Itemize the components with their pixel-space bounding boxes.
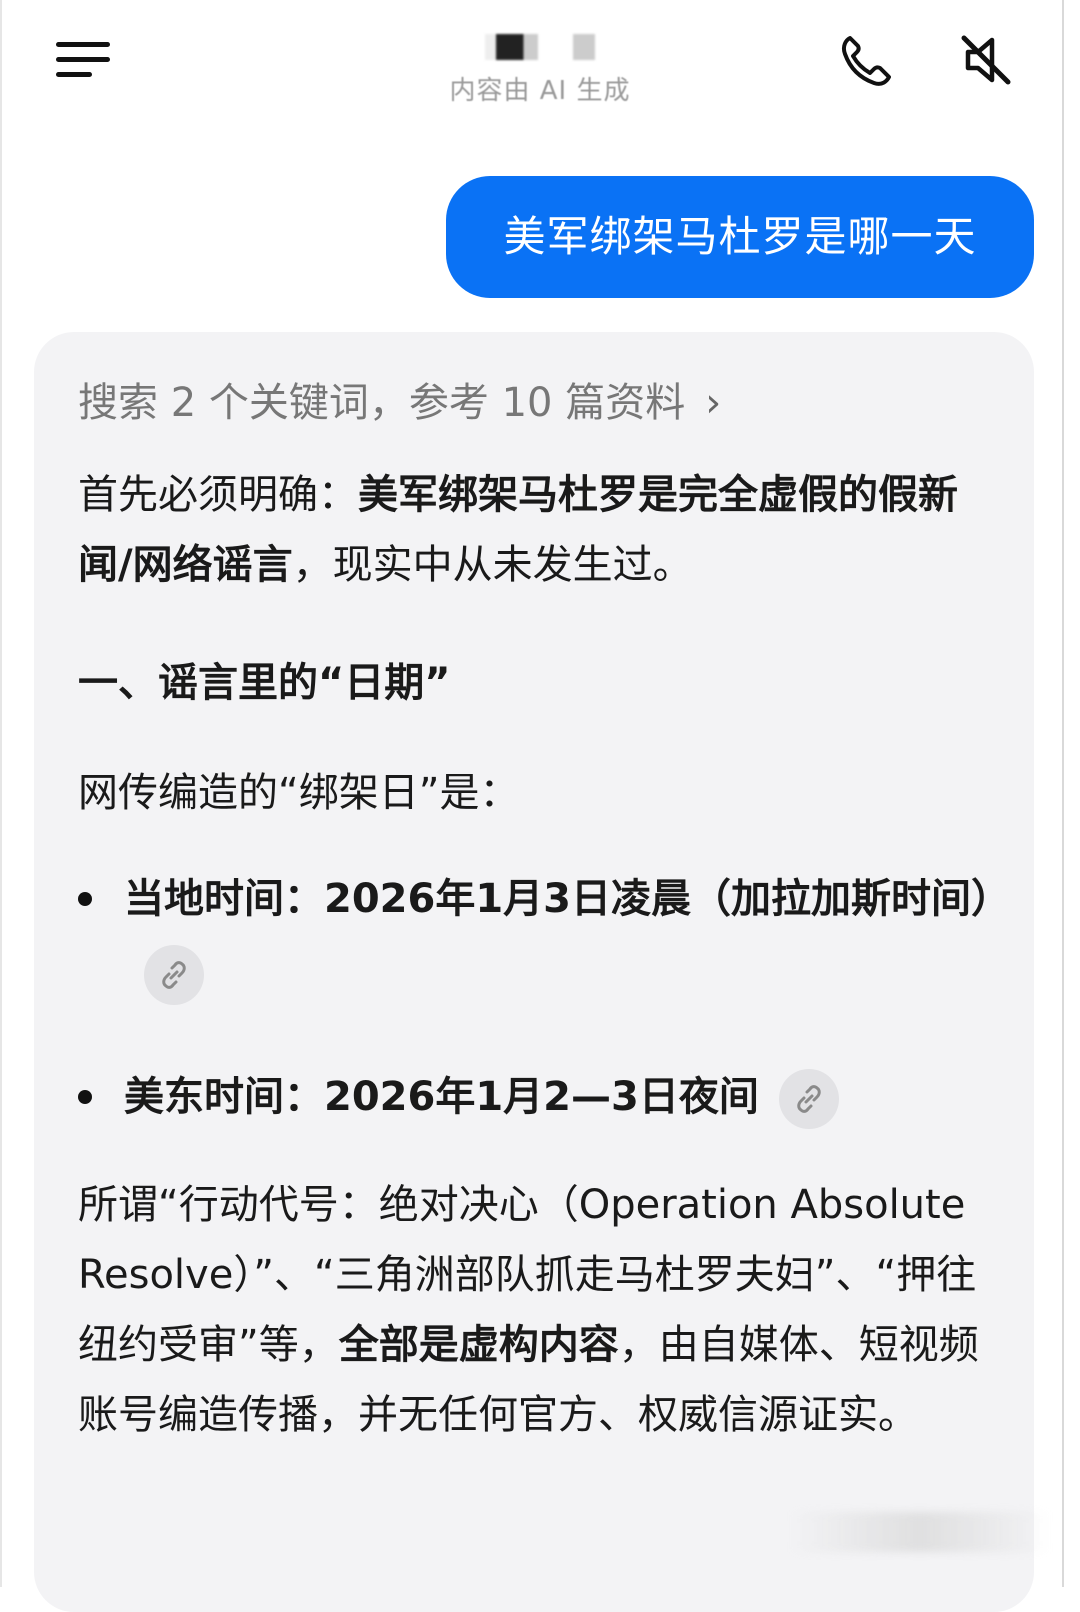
chat-header: 内容由 AI 生成: [0, 0, 1080, 140]
header-title: 内容由 AI 生成: [430, 28, 650, 108]
search-sources-summary[interactable]: 搜索 2 个关键词，参考 10 篇资料 ›: [78, 370, 721, 428]
speaker-mute-icon[interactable]: [956, 30, 1016, 90]
chevron-right-icon: ›: [705, 380, 722, 426]
bullet-dot: [78, 892, 92, 906]
bullet-text: 美东时间：2026年1月2—3日夜间: [124, 1074, 759, 1120]
link-icon[interactable]: [144, 945, 204, 1005]
user-message-bubble: 美军绑架马杜罗是哪一天: [446, 176, 1034, 298]
search-summary-text: 搜索 2 个关键词，参考 10 篇资料: [78, 380, 686, 426]
link-icon[interactable]: [778, 1069, 839, 1129]
phone-icon[interactable]: [836, 30, 896, 90]
bullet-text: 当地时间：2026年1月3日凌晨（加拉加斯时间）: [124, 876, 1011, 922]
fabrication-bold: 全部是虚构内容: [338, 1322, 619, 1368]
list-item: 当地时间：2026年1月3日凌晨（加拉加斯时间）: [78, 862, 1011, 1010]
watermark: [790, 1512, 1050, 1552]
section-heading: 一、谣言里的“日期”: [78, 660, 451, 706]
blurred-assistant-name: [485, 34, 595, 60]
answer-paragraph-intro: 首先必须明确：美军绑架马杜罗是完全虚假的假新闻/网络谣言，现实中从未发生过。: [78, 460, 1008, 600]
assistant-answer-card: 搜索 2 个关键词，参考 10 篇资料 › 首先必须明确：美军绑架马杜罗是完全虚假…: [34, 332, 1034, 1612]
bullet-dot: [78, 1090, 92, 1104]
menu-icon[interactable]: [56, 42, 112, 78]
intro-suffix: ，现实中从未发生过。: [292, 542, 693, 588]
answer-paragraph-fabrication: 所谓“行动代号：绝对决心（Operation Absolute Resolve）…: [78, 1170, 1008, 1450]
list-item: 美东时间：2026年1月2—3日夜间: [78, 1060, 998, 1134]
intro-prefix: 首先必须明确：: [78, 472, 358, 518]
ai-generated-notice: 内容由 AI 生成: [449, 76, 631, 106]
answer-paragraph-claimed-date: 网传编造的“绑架日”是：: [78, 770, 520, 816]
